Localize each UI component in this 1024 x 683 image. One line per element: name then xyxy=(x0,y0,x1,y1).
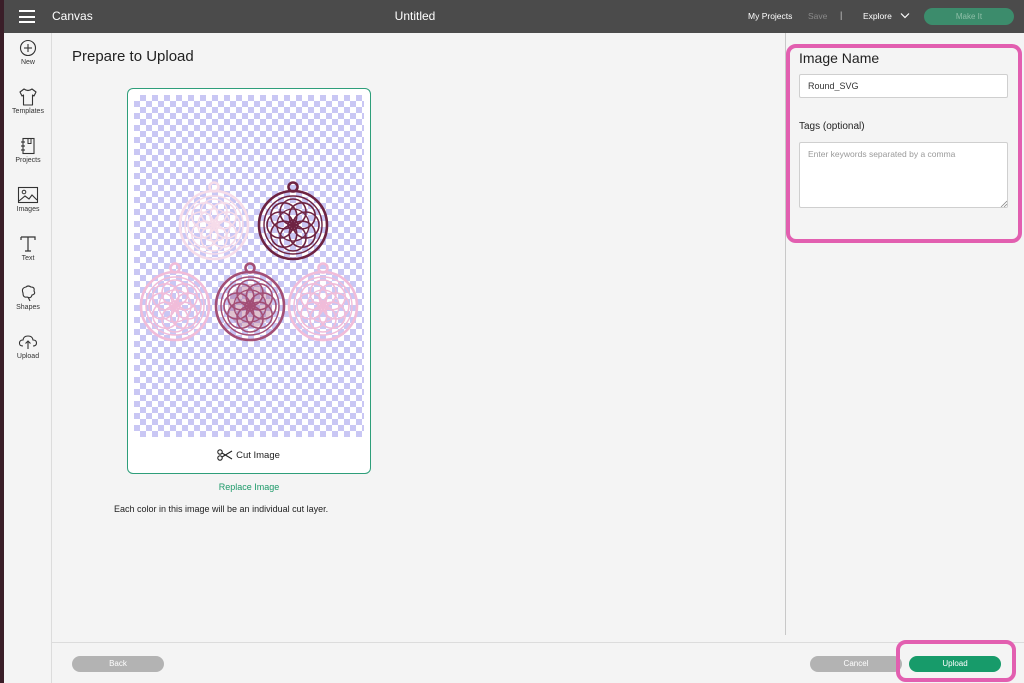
image-icon xyxy=(17,186,39,204)
top-bar: Canvas Untitled My Projects Save | Explo… xyxy=(4,0,1024,33)
tags-label: Tags (optional) xyxy=(799,121,865,132)
tags-input[interactable] xyxy=(799,142,1008,208)
image-preview-card: Cut Image xyxy=(127,88,371,474)
sidebar-item-label: Images xyxy=(16,206,40,213)
cut-image-text: Cut Image xyxy=(236,450,280,461)
sidebar-item-projects[interactable]: Projects xyxy=(4,137,52,183)
sidebar-item-new[interactable]: New xyxy=(4,39,52,85)
sidebar-item-templates[interactable]: Templates xyxy=(4,88,52,134)
ornament-pale xyxy=(178,181,250,261)
sidebar-item-shapes[interactable]: Shapes xyxy=(4,284,52,330)
sidebar-item-label: New xyxy=(20,59,35,66)
sidebar-item-text[interactable]: Text xyxy=(4,235,52,281)
explore-menu[interactable]: Explore xyxy=(863,11,892,21)
app-window: Canvas Untitled My Projects Save | Explo… xyxy=(0,0,1024,683)
shirt-icon xyxy=(19,88,37,106)
cancel-button[interactable]: Cancel xyxy=(810,656,902,672)
sidebar-item-label: Text xyxy=(21,255,35,262)
upload-button-highlight xyxy=(896,640,1016,682)
cut-image-label[interactable]: Cut Image xyxy=(128,441,369,471)
scissors-icon xyxy=(217,449,233,462)
cloud-upload-icon xyxy=(18,335,38,349)
make-it-button[interactable]: Make It xyxy=(924,8,1014,25)
replace-image-link[interactable]: Replace Image xyxy=(127,482,371,492)
sidebar-item-images[interactable]: Images xyxy=(4,186,52,232)
image-name-input[interactable] xyxy=(799,74,1008,98)
page-title: Prepare to Upload xyxy=(72,48,194,65)
ornament-design-preview xyxy=(139,181,359,342)
ornament-dark xyxy=(257,181,329,261)
sidebar-item-label: Templates xyxy=(12,108,44,115)
ornament-light-left xyxy=(139,262,211,342)
sidebar-item-label: Shapes xyxy=(16,304,40,311)
shapes-icon xyxy=(21,285,36,302)
plus-circle-icon xyxy=(19,39,37,57)
topbar-separator: | xyxy=(840,10,843,20)
save-link[interactable]: Save xyxy=(808,11,827,21)
sidebar-item-label: Projects xyxy=(15,157,41,164)
back-button[interactable]: Back xyxy=(72,656,164,672)
textarea-resize-icon[interactable] xyxy=(999,199,1007,207)
ornament-light-right xyxy=(287,262,359,342)
design-toolbar: New Templates Projects Images Text Shape… xyxy=(4,33,52,683)
cut-layer-description: Each color in this image will be an indi… xyxy=(114,504,329,514)
footer-divider xyxy=(52,642,1024,643)
sidebar-item-label: Upload xyxy=(16,353,40,360)
sidebar-item-upload[interactable]: Upload xyxy=(4,333,52,379)
chevron-down-icon[interactable] xyxy=(900,11,910,20)
ornament-mid xyxy=(214,262,286,342)
image-name-label: Image Name xyxy=(799,50,880,66)
document-title[interactable]: Untitled xyxy=(4,9,826,23)
notebook-icon xyxy=(21,137,35,155)
text-icon xyxy=(20,236,36,252)
my-projects-link[interactable]: My Projects xyxy=(748,11,792,21)
